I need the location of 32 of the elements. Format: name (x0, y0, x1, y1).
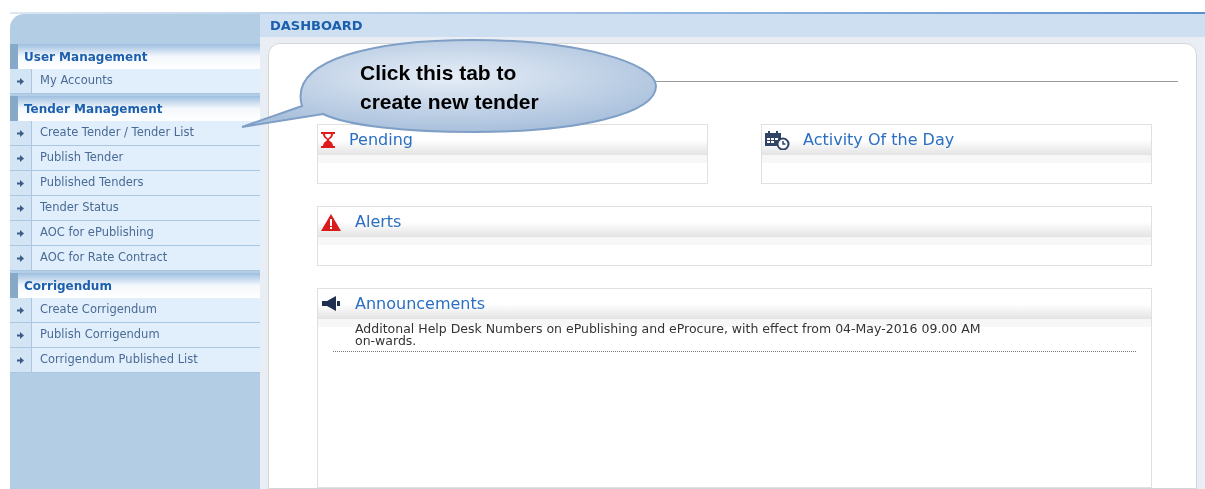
arrow-icon (17, 154, 24, 162)
arrow-icon (17, 129, 24, 137)
sidebar-link[interactable]: Corrigendum Published List (32, 348, 260, 372)
arrow-icon (17, 179, 24, 187)
sidebar-link[interactable]: Published Tenders (32, 171, 260, 195)
callout-text: Click this tab to (360, 60, 518, 86)
arrow-icon (17, 254, 24, 262)
section-heading: Corrigendum (10, 273, 260, 298)
section-heading: User Management (10, 44, 260, 69)
sidebar-link[interactable]: Tender Status (32, 196, 260, 220)
sidebar-link[interactable]: Create Corrigendum (32, 298, 260, 322)
sidebar-link[interactable]: Publish Tender (32, 146, 260, 170)
megaphone-icon (320, 296, 342, 312)
sidebar-link[interactable]: AOC for ePublishing (32, 221, 260, 245)
sidebar-link[interactable]: Create Tender / Tender List (32, 121, 260, 145)
panel-title: Pending (349, 129, 413, 151)
arrow-icon (17, 204, 24, 212)
announcement-text: Additonal Help Desk Numbers on ePublishing and eProcure, with effect from 04-May-2016 09.00 AM on-wards. (355, 323, 982, 347)
arrow-icon (17, 356, 24, 364)
panel-title: Announcements (355, 293, 486, 315)
page-title: DASHBOARD (270, 16, 363, 35)
arrow-icon (17, 229, 24, 237)
sidebar-link[interactable]: AOC for Rate Contract (32, 246, 260, 270)
callout-text: create new tender (360, 89, 539, 115)
arrow-icon (17, 77, 24, 85)
section-heading: Tender Management (10, 96, 260, 121)
arrow-icon (17, 306, 24, 314)
arrow-icon (17, 331, 24, 339)
panel-title: Alerts (355, 211, 402, 233)
sidebar-link[interactable]: My Accounts (32, 69, 260, 93)
panel-title: Activity Of the Day (803, 129, 955, 151)
sidebar-link[interactable]: Publish Corrigendum (32, 323, 260, 347)
